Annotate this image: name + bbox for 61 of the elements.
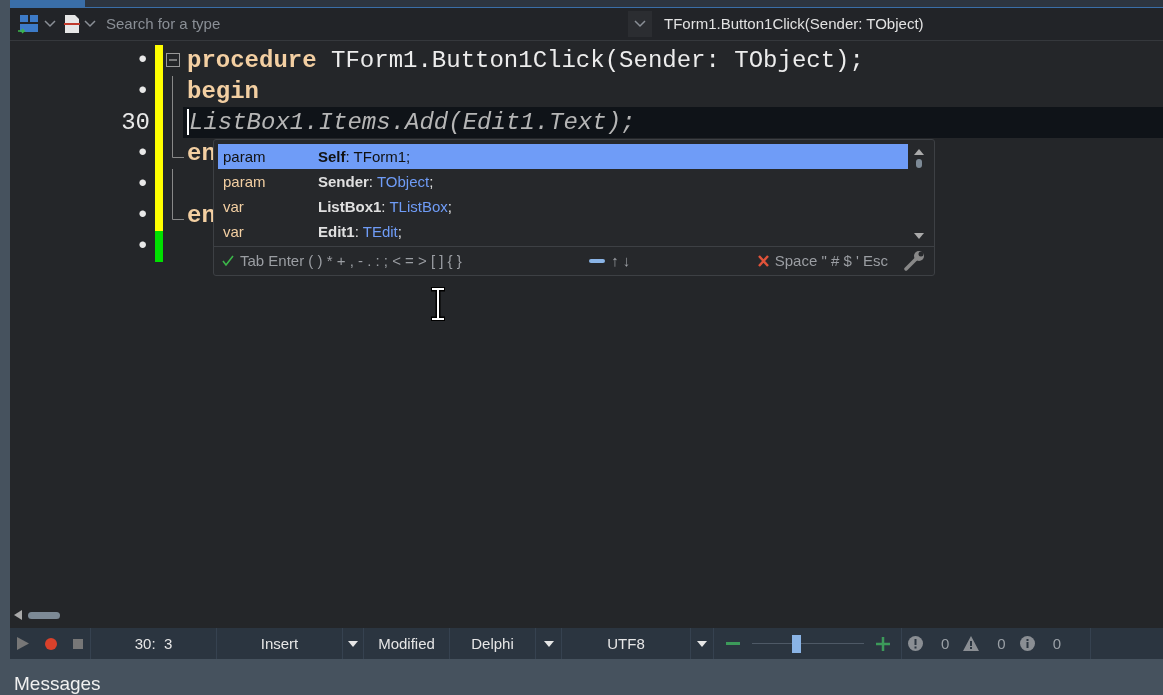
line-dot: •	[134, 138, 150, 169]
wrench-icon[interactable]	[904, 250, 926, 271]
code-keyword: begin	[187, 77, 259, 105]
completion-item[interactable]: param Self: TForm1;	[218, 143, 908, 169]
line-dot: •	[134, 231, 150, 262]
scroll-down-icon[interactable]	[913, 231, 925, 240]
dash-icon	[589, 258, 606, 263]
search-field[interactable]: Search for a type	[104, 14, 528, 34]
scroll-up-icon[interactable]	[913, 147, 925, 156]
panel-title: Messages	[14, 673, 101, 694]
chevron-down-icon	[634, 19, 646, 28]
scroll-left-icon[interactable]	[14, 610, 22, 621]
zoom-in-icon[interactable]	[875, 636, 890, 651]
language-selector[interactable]: Delphi	[471, 635, 514, 653]
navigate-keys-text: ↑ ↓	[611, 252, 631, 270]
line-dot: •	[134, 169, 150, 200]
modified-status: Modified	[378, 635, 435, 653]
dropdown-arrow-icon[interactable]	[543, 640, 554, 647]
line-dot: •	[134, 200, 150, 231]
code-preview-text: ListBox1.Items.Add(Edit1.Text);	[189, 108, 636, 136]
layout-icon[interactable]	[18, 13, 40, 34]
edit-mode[interactable]: Insert	[260, 635, 299, 653]
dropdown-arrow-icon[interactable]	[697, 640, 707, 647]
completion-item[interactable]: var ListBox1: TListBox;	[218, 193, 908, 219]
error-icon[interactable]	[908, 636, 923, 652]
check-icon	[222, 254, 234, 267]
error-count: 0	[941, 635, 950, 653]
cancel-keys-text: Space " # $ ' Esc	[774, 252, 888, 270]
completion-item[interactable]: param Sender: TObject;	[218, 168, 908, 194]
play-icon[interactable]	[17, 637, 29, 651]
text-caret	[187, 109, 189, 136]
scrollbar-thumb[interactable]	[916, 158, 922, 168]
record-icon[interactable]	[45, 637, 57, 650]
method-name: TForm1.Button1Click(Sender: TObject)	[664, 15, 924, 33]
method-dropdown-button[interactable]	[628, 10, 652, 37]
warning-count: 0	[997, 635, 1006, 653]
fold-line	[172, 168, 174, 200]
hint-count: 0	[1052, 635, 1062, 653]
dropdown-arrow-icon[interactable]	[348, 640, 358, 647]
document-icon[interactable]	[64, 13, 80, 34]
chevron-down-icon[interactable]	[44, 19, 56, 28]
line-dot: •	[134, 45, 150, 76]
stop-icon[interactable]	[73, 638, 83, 649]
line-number: 30	[120, 107, 150, 138]
fold-end-line	[172, 199, 184, 220]
code-keyword: procedure	[187, 46, 317, 74]
zoom-out-icon[interactable]	[725, 641, 740, 646]
chevron-down-icon[interactable]	[84, 19, 96, 28]
encoding-selector[interactable]: UTF8	[607, 635, 645, 653]
completion-item[interactable]: var Edit1: TEdit;	[218, 218, 908, 244]
scrollbar-thumb[interactable]	[28, 611, 60, 619]
fold-collapse-icon[interactable]	[166, 52, 180, 67]
cross-icon	[757, 254, 769, 267]
warning-icon[interactable]	[963, 636, 980, 652]
accept-keys-text: Tab Enter ( ) * + , - . : ; < = > [ ] { }	[240, 252, 462, 270]
code-text: TForm1.Button1Click(Sender: TObject);	[330, 46, 864, 74]
text-cursor-icon	[428, 286, 448, 321]
cursor-position: 30: 3	[134, 635, 173, 653]
info-icon[interactable]	[1019, 636, 1035, 652]
line-dot: •	[134, 76, 150, 107]
fold-end-line	[172, 137, 184, 158]
